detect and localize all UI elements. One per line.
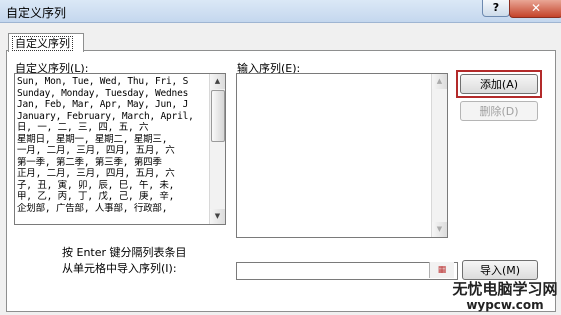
list-item[interactable]: 星期日, 星期一, 星期二, 星期三, [17,134,209,146]
scroll-thumb[interactable] [211,90,225,142]
list-item[interactable]: Sun, Mon, Tue, Wed, Thu, Fri, S [17,76,209,88]
import-range-input[interactable] [236,262,458,280]
list-item[interactable]: 企划部, 广告部, 人事部, 行政部, [17,203,209,215]
watermark: 无忧电脑学习网 wypcw.com [452,280,558,312]
watermark-line1: 无忧电脑学习网 [452,280,558,298]
tab-custom-lists[interactable]: 自定义序列 [8,33,84,52]
watermark-line2: wypcw.com [466,298,544,312]
import-label: 从单元格中导入序列(I): [62,262,177,275]
range-collapse-icon[interactable]: ▦ [429,262,454,278]
list-item[interactable]: 子, 丑, 寅, 卯, 辰, 巳, 午, 未, [17,180,209,192]
import-button[interactable]: 导入(M) [462,260,538,280]
custom-lists-scrollbar[interactable]: ▲ ▼ [209,74,225,224]
list-item[interactable]: 一月, 二月, 三月, 四月, 五月, 六 [17,145,209,157]
close-icon: ✕ [530,1,542,15]
help-button[interactable]: ? [482,0,510,17]
scroll-up-arrow-icon[interactable]: ▲ [210,74,225,89]
list-item[interactable]: Sunday, Monday, Tuesday, Wednes [17,88,209,100]
list-item[interactable]: 正月, 二月, 三月, 四月, 五月, 六 [17,168,209,180]
window-title: 自定义序列 [6,6,67,20]
entries-scroll-down-arrow-icon[interactable]: ▼ [432,222,447,237]
close-button[interactable]: ✕ [509,0,561,18]
list-entries-textarea[interactable]: ▲ ▼ [236,73,448,238]
custom-lists-items: Sun, Mon, Tue, Wed, Thu, Fri, S Sunday, M… [17,76,209,224]
entries-scroll-up-arrow-icon[interactable]: ▲ [432,74,447,89]
delete-button[interactable]: 删除(D) [460,101,538,121]
tab-label: 自定义序列 [12,36,73,51]
help-icon: ? [492,1,500,14]
list-item[interactable]: 日, 一, 二, 三, 四, 五, 六 [17,122,209,134]
custom-lists-listbox[interactable]: Sun, Mon, Tue, Wed, Thu, Fri, S Sunday, M… [14,73,226,225]
title-bar: 自定义序列 ? ✕ [0,0,561,23]
list-item[interactable]: 甲, 乙, 丙, 丁, 戊, 己, 庚, 辛, [17,191,209,203]
list-item[interactable]: January, February, March, April, [17,111,209,123]
scroll-down-arrow-icon[interactable]: ▼ [210,209,225,224]
list-item[interactable]: Jan, Feb, Mar, Apr, May, Jun, J [17,99,209,111]
list-item[interactable]: 第一季, 第二季, 第三季, 第四季 [17,157,209,169]
add-button[interactable]: 添加(A) [460,74,538,94]
list-entries-scrollbar[interactable]: ▲ ▼ [431,74,447,237]
separator-hint: 按 Enter 键分隔列表条目 [62,246,187,259]
